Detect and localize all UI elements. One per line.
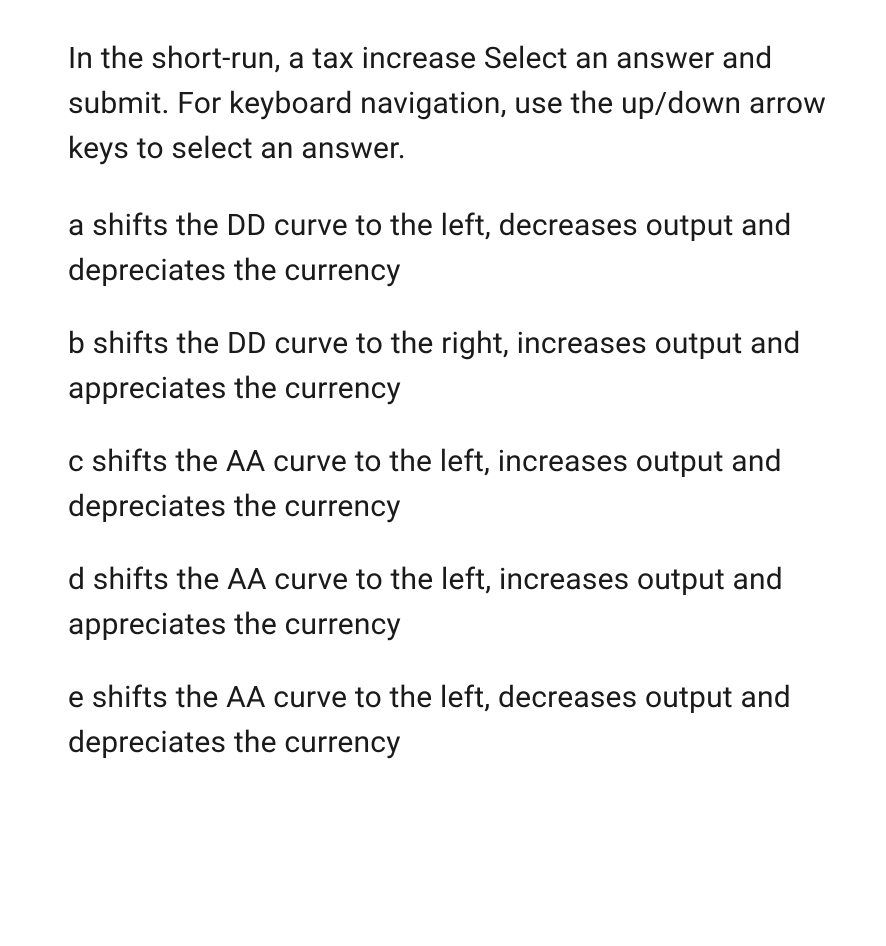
option-e-text: e shifts the AA curve to the left, decre…: [68, 680, 791, 760]
question-prompt: In the short-run, a tax increase Select …: [68, 36, 846, 171]
option-a[interactable]: a shifts the DD curve to the left, decre…: [68, 203, 846, 293]
option-c[interactable]: c shifts the AA curve to the left, incre…: [68, 439, 846, 529]
option-d[interactable]: d shifts the AA curve to the left, incre…: [68, 557, 846, 647]
option-c-text: c shifts the AA curve to the left, incre…: [68, 444, 782, 524]
option-b[interactable]: b shifts the DD curve to the right, incr…: [68, 321, 846, 411]
option-d-text: d shifts the AA curve to the left, incre…: [68, 562, 783, 642]
option-e[interactable]: e shifts the AA curve to the left, decre…: [68, 675, 846, 765]
option-a-text: a shifts the DD curve to the left, decre…: [68, 208, 792, 288]
option-b-text: b shifts the DD curve to the right, incr…: [68, 326, 800, 406]
